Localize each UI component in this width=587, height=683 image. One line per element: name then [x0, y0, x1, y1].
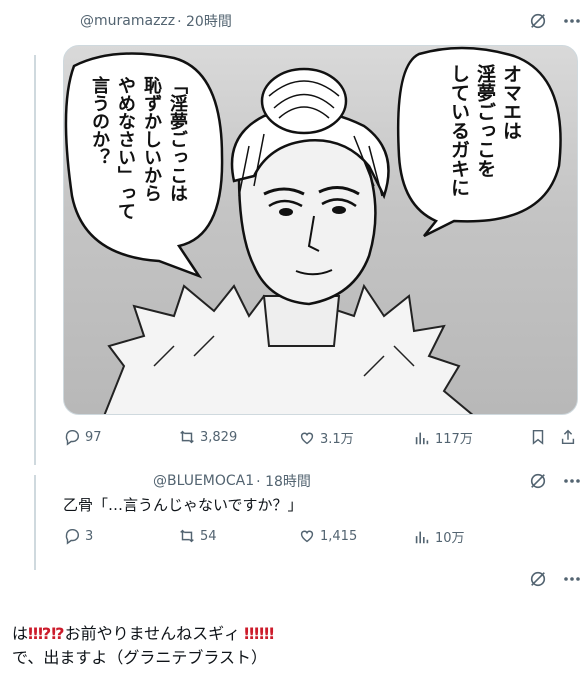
- tweet2-header: @BLUEMOCA1 · 18時間: [153, 470, 311, 492]
- retweet-icon: [180, 430, 194, 444]
- reply-icon: [65, 528, 79, 545]
- more-icon[interactable]: [562, 569, 582, 589]
- more-icon[interactable]: [562, 11, 582, 31]
- tweet2-top-icons: [528, 471, 582, 491]
- tweet1-top-icons: [528, 11, 582, 31]
- post-line-1: は‼⁉⁉お前やりませんねスギィ ‼‼‼: [12, 622, 274, 646]
- tweet2-text: 乙骨「…言うんじゃないですか？」: [63, 496, 303, 514]
- views-icon: [415, 432, 429, 444]
- tweet1-action-bar: 97 3,829 3.1万 117万: [63, 428, 583, 448]
- thread-line: [34, 55, 36, 465]
- views-count: 10万: [435, 531, 465, 546]
- retweet-icon: [180, 529, 194, 543]
- like-count: 3.1万: [320, 432, 354, 447]
- bubble-right-line: オマエは: [500, 64, 522, 140]
- like-button[interactable]: 3.1万: [298, 428, 354, 447]
- thread-line: [34, 475, 36, 570]
- retweet-button[interactable]: 54: [178, 527, 217, 545]
- tweet2-time[interactable]: · 18時間: [256, 471, 311, 491]
- exclamation-marks-1: ‼⁉⁉: [28, 624, 65, 643]
- bubble-left-line: やめなさい」って: [115, 76, 136, 220]
- views-button[interactable]: 10万: [413, 527, 465, 546]
- post-middle: お前やりませんねスギィ: [64, 624, 241, 643]
- views-button[interactable]: 117万: [413, 428, 473, 447]
- retweet-button[interactable]: 3,829: [178, 428, 237, 446]
- heart-icon: [300, 530, 314, 543]
- tweet2-action-bar: 3 54 1,415 10万: [63, 527, 543, 547]
- like-count: 1,415: [320, 528, 358, 544]
- reply-count: 97: [85, 429, 102, 445]
- reply-icon: [65, 429, 79, 446]
- quote-top-icons: [528, 569, 582, 589]
- grok-slash-icon[interactable]: [528, 471, 548, 491]
- like-button[interactable]: 1,415: [298, 527, 357, 545]
- views-icon: [415, 531, 429, 543]
- tweet1-handle[interactable]: @muramazzz: [80, 13, 175, 29]
- reply-count: 3: [85, 528, 94, 544]
- bubble-left-line: 恥ずかしいから: [141, 76, 162, 202]
- bubble-right-line: しているガキに: [448, 64, 470, 197]
- tweet1-time[interactable]: · 20時間: [177, 11, 232, 31]
- bubble-left-line: 「淫夢ごっこは: [167, 76, 188, 202]
- bubble-right-line: 淫夢ごっこを: [474, 64, 496, 178]
- retweet-count: 54: [200, 528, 217, 544]
- bookmark-icon: [532, 429, 544, 445]
- bookmark-button[interactable]: [529, 428, 547, 446]
- views-count: 117万: [435, 432, 473, 447]
- bubble-left-text: 「淫夢ごっこは 恥ずかしいから やめなさい」って 言うのか？: [86, 76, 190, 220]
- grok-slash-icon[interactable]: [528, 11, 548, 31]
- post-prefix: は: [12, 624, 29, 643]
- post-text: は‼⁉⁉お前やりませんねスギィ ‼‼‼ で、出ますよ（グラニテブラスト）: [12, 622, 274, 670]
- bubble-left-line: 言うのか？: [89, 76, 110, 166]
- share-button[interactable]: [559, 428, 577, 446]
- share-icon: [561, 429, 575, 445]
- reply-button[interactable]: 97: [63, 428, 102, 446]
- post-line-2: で、出ますよ（グラニテブラスト）: [12, 648, 268, 667]
- reply-button[interactable]: 3: [63, 527, 93, 545]
- bubble-right-text: オマエは 淫夢ごっこを しているガキに: [446, 64, 524, 197]
- exclamation-marks-2: ‼‼‼: [244, 624, 275, 643]
- manga-image[interactable]: オマエは 淫夢ごっこを しているガキに 「淫夢ごっこは 恥ずかしいから やめなさ…: [63, 45, 578, 415]
- more-icon[interactable]: [562, 471, 582, 491]
- retweet-count: 3,829: [200, 429, 238, 445]
- heart-icon: [300, 432, 314, 444]
- grok-slash-icon[interactable]: [528, 569, 548, 589]
- tweet2-handle[interactable]: @BLUEMOCA1: [153, 473, 254, 489]
- tweet1-header: @muramazzz · 20時間: [80, 10, 232, 32]
